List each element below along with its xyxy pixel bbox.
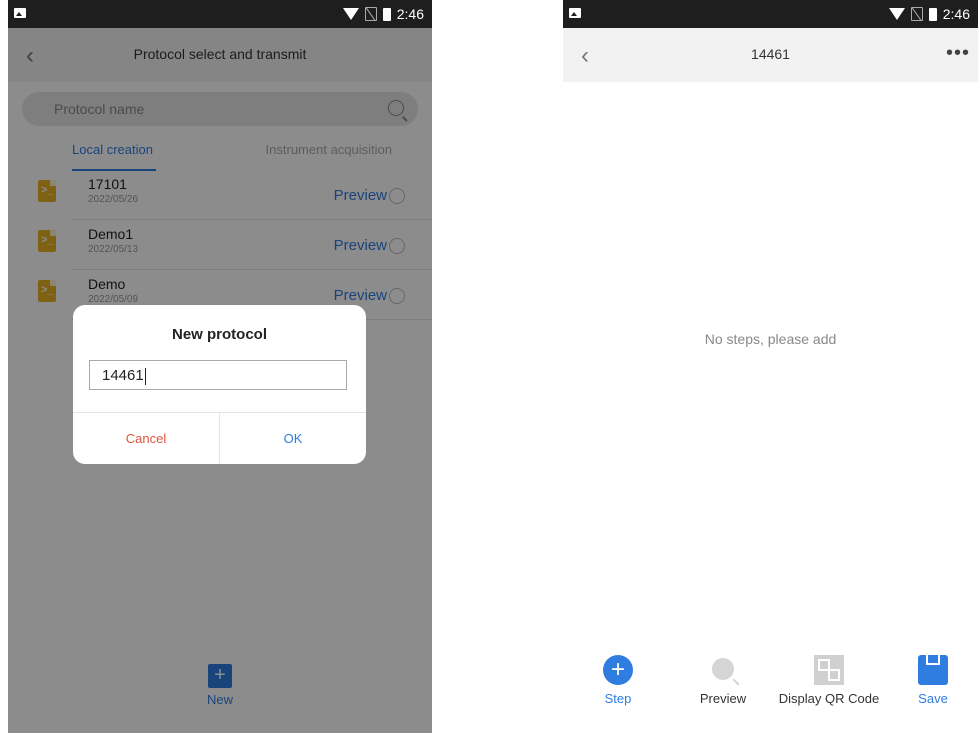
cancel-button[interactable]: Cancel [73,431,219,446]
page-title: 14461 [751,46,790,62]
qr-code-icon [814,655,844,685]
bottom-toolbar: + Step Preview Display QR Code Save [563,655,978,725]
no-sim-icon [364,7,377,21]
battery-icon [928,7,937,21]
protocol-name-value: 14461 [102,367,144,384]
app-header: ‹ 14461 ••• [563,28,978,82]
empty-state-message: No steps, please add [704,331,837,347]
display-qr-code-button[interactable]: Display QR Code [777,655,881,706]
new-protocol-dialog: New protocol 14461 Cancel OK [73,305,366,464]
more-options-icon[interactable]: ••• [946,42,970,65]
protocol-name-field[interactable]: 14461 [89,360,347,390]
gallery-notification-icon [14,8,26,18]
wifi-icon [342,8,359,20]
save-label: Save [918,691,948,706]
status-time: 2:46 [396,6,424,22]
add-step-icon: + [603,655,633,685]
right-screen: 2:46 ‹ 14461 ••• No steps, please add + … [563,0,978,733]
dialog-title: New protocol [171,326,267,343]
ok-button[interactable]: OK [220,431,366,446]
preview-button[interactable]: Preview [695,655,751,706]
battery-icon [382,7,391,21]
gallery-notification-icon [569,8,581,18]
no-sim-icon [910,7,923,21]
status-time: 2:46 [942,6,970,22]
save-disk-icon [918,655,948,685]
step-label: Step [604,691,632,706]
save-button[interactable]: Save [913,655,953,706]
text-caret [144,367,146,385]
step-button[interactable]: + Step [598,655,638,706]
left-screen: 2:46 ‹ Protocol select and transmit Prot… [8,0,432,733]
wifi-icon [888,8,905,20]
magnifier-icon [712,658,734,680]
status-bar: 2:46 [8,0,432,28]
preview-label: Preview [699,691,747,706]
qr-label: Display QR Code [778,691,880,706]
status-bar: 2:46 [563,0,978,28]
